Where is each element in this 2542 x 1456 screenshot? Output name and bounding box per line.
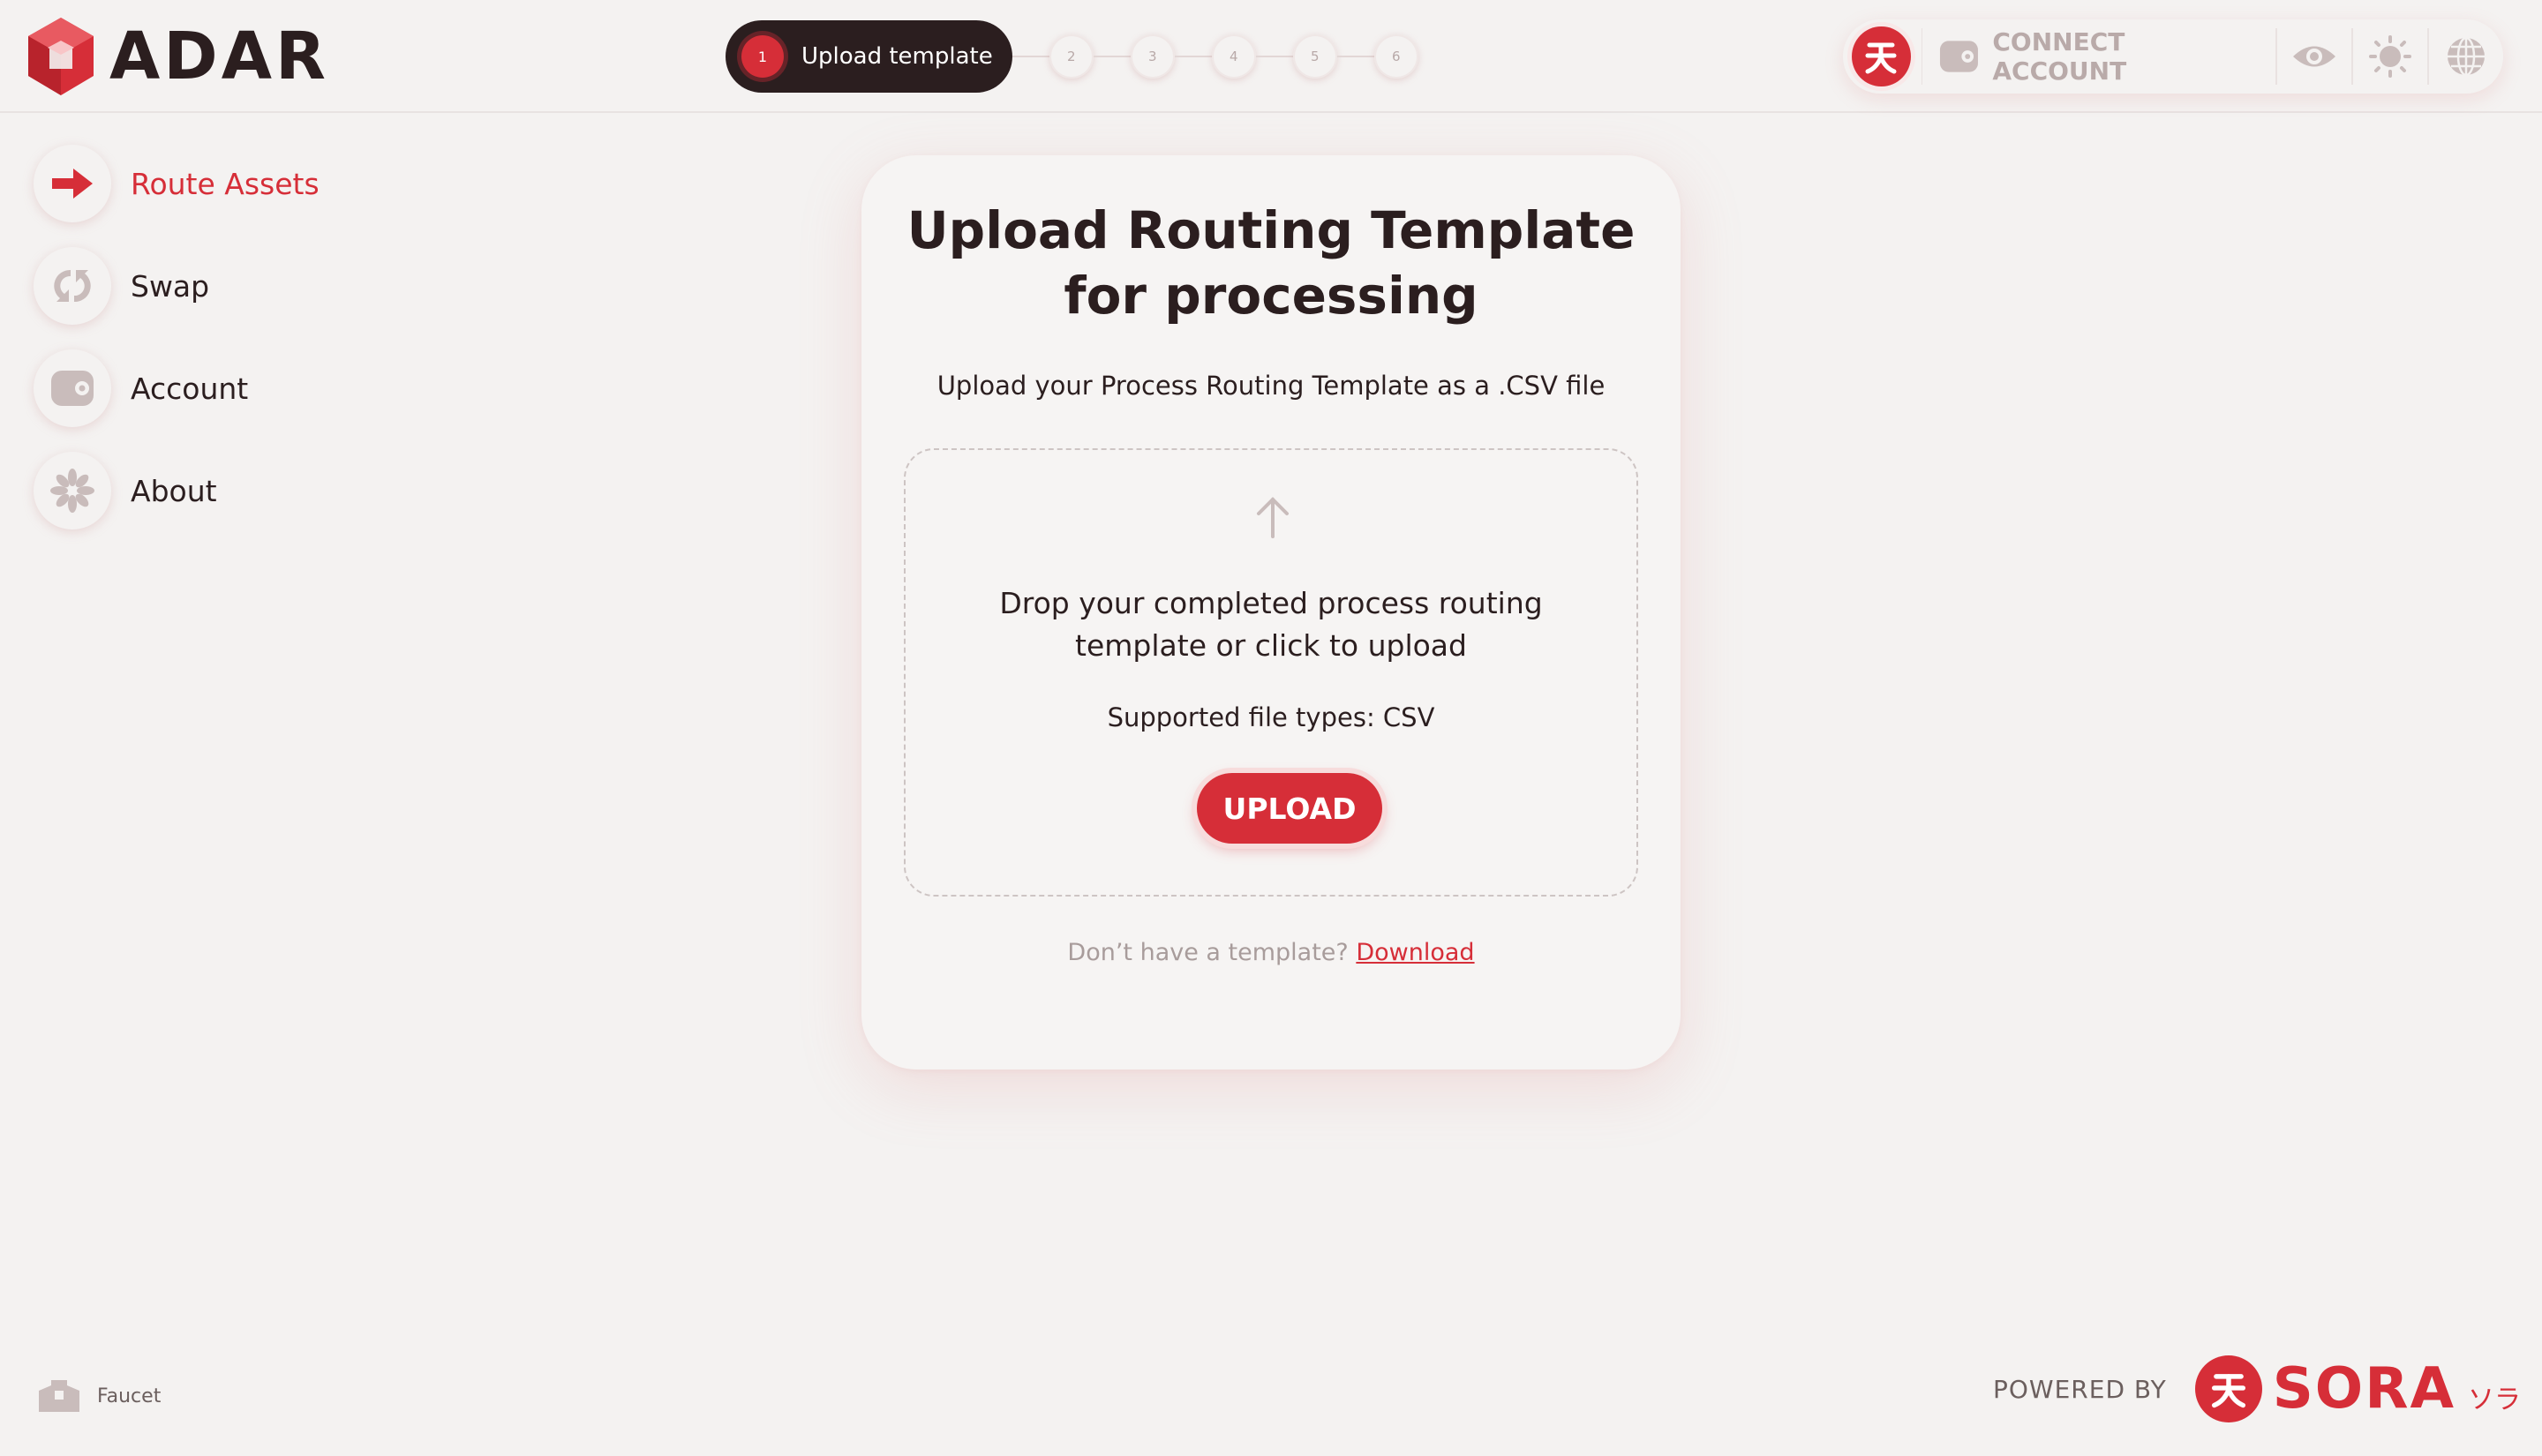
sun-icon xyxy=(2368,35,2411,78)
sidebar-item-label: Account xyxy=(131,371,249,406)
card-subtitle: Upload your Process Routing Template as … xyxy=(936,371,1606,401)
step-connector xyxy=(1255,56,1293,57)
header: ADAR 1 Upload template 2 3 4 5 6 CONNECT… xyxy=(0,0,2542,113)
step-connector xyxy=(1012,56,1049,57)
step-4[interactable]: 4 xyxy=(1211,34,1256,79)
adar-logo-icon xyxy=(28,18,94,95)
step-connector xyxy=(1336,56,1374,57)
faucet-link[interactable]: Faucet xyxy=(37,1378,161,1414)
sidebar-item-route-assets[interactable]: Route Assets xyxy=(34,145,320,222)
sidebar: Route Assets Swap Account About xyxy=(34,145,320,554)
sidebar-item-swap[interactable]: Swap xyxy=(34,247,320,325)
step-connector xyxy=(1093,56,1131,57)
step-label: Upload template xyxy=(801,43,993,70)
brand[interactable]: ADAR xyxy=(25,14,329,99)
upload-arrow-icon xyxy=(1257,497,1289,538)
step-6[interactable]: 6 xyxy=(1373,34,1418,79)
step-1-active[interactable]: 1 Upload template xyxy=(726,20,1012,93)
nav-icon-wrapper xyxy=(34,145,111,222)
faucet-icon xyxy=(39,1380,79,1412)
stepper: 1 Upload template 2 3 4 5 6 xyxy=(726,20,1418,93)
globe-icon xyxy=(2447,36,2485,77)
connect-account-label: CONNECT ACCOUNT xyxy=(1992,27,2127,86)
download-template-link[interactable]: Download xyxy=(1356,939,1474,966)
template-hint: Don’t have a template? Download xyxy=(861,939,1681,966)
sora-kana: ソラ xyxy=(2468,1385,2522,1415)
nav-icon-wrapper xyxy=(34,349,111,427)
sora-wordmark: SORA xyxy=(2272,1356,2456,1422)
sora-icon xyxy=(1865,42,1897,74)
hide-balances-button[interactable] xyxy=(2277,19,2351,94)
sidebar-item-about[interactable]: About xyxy=(34,452,320,529)
top-controls: CONNECT ACCOUNT xyxy=(1843,19,2503,94)
step-5[interactable]: 5 xyxy=(1292,34,1337,79)
theme-toggle-button[interactable] xyxy=(2353,19,2427,94)
step-number: 1 xyxy=(741,35,784,78)
step-2[interactable]: 2 xyxy=(1049,34,1094,79)
flower-icon xyxy=(50,469,94,513)
sidebar-item-label: About xyxy=(131,473,217,508)
step-connector xyxy=(1174,56,1212,57)
app-root: ADAR 1 Upload template 2 3 4 5 6 CONNECT… xyxy=(0,0,2542,1456)
page-title: Upload Routing Template for processing xyxy=(906,200,1636,326)
eye-icon xyxy=(2292,46,2335,67)
swap-icon xyxy=(54,269,91,303)
nav-icon-wrapper xyxy=(34,452,111,529)
supported-file-types: Supported file types: CSV xyxy=(1107,702,1435,732)
sidebar-item-label: Route Assets xyxy=(131,166,320,201)
sora-logo-icon xyxy=(2194,1355,2262,1422)
powered-by-sora[interactable]: POWERED BY SORA ソラ xyxy=(1993,1355,2521,1422)
app-name: ADAR xyxy=(109,19,329,94)
nav-icon-wrapper xyxy=(34,247,111,325)
template-hint-text: Don’t have a template? xyxy=(1067,939,1349,966)
file-dropzone[interactable]: Drop your completed process routing temp… xyxy=(904,448,1638,897)
language-button[interactable] xyxy=(2429,19,2503,94)
powered-by-label: POWERED BY xyxy=(1993,1374,2167,1404)
faucet-label: Faucet xyxy=(97,1385,162,1407)
upload-button[interactable]: UPLOAD xyxy=(1197,773,1382,844)
step-3[interactable]: 3 xyxy=(1130,34,1175,79)
sidebar-item-label: Swap xyxy=(131,268,210,304)
upload-card: Upload Routing Template for processing U… xyxy=(861,155,1681,1069)
sora-network-button[interactable] xyxy=(1852,26,1911,86)
wallet-icon xyxy=(1940,41,1979,72)
sora-glyph-icon xyxy=(2211,1374,2245,1408)
sidebar-item-account[interactable]: Account xyxy=(34,349,320,427)
arrow-right-icon xyxy=(52,169,93,199)
wallet-icon xyxy=(51,371,94,406)
connect-account-button[interactable]: CONNECT ACCOUNT xyxy=(1922,19,2275,94)
dropzone-instructions: Drop your completed process routing temp… xyxy=(999,586,1543,663)
